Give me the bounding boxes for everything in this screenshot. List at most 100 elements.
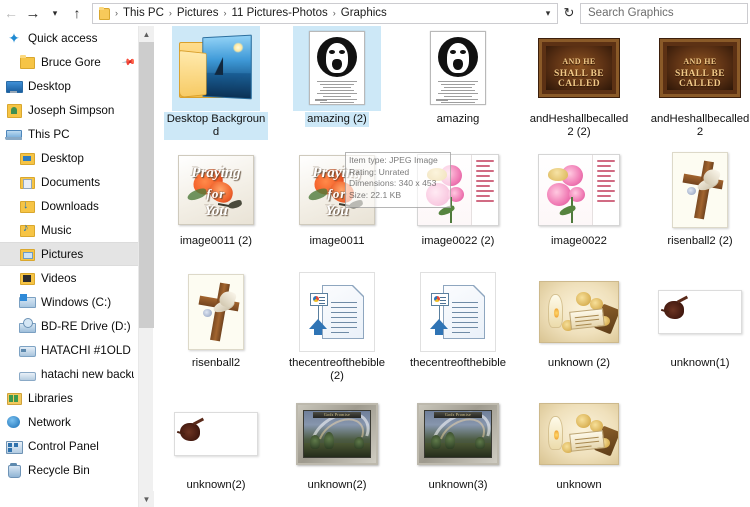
file-name-label: thecentreofthebible (2) xyxy=(288,357,386,382)
forward-button[interactable]: → xyxy=(22,2,44,24)
file-item[interactable]: unknown xyxy=(519,390,639,507)
sidebar-item-libraries[interactable]: Libraries xyxy=(0,386,138,410)
file-item[interactable]: thecentreofthebible (2) xyxy=(277,268,397,386)
back-button[interactable]: ← xyxy=(0,2,22,24)
file-item[interactable]: Praying for You image0011 (2) xyxy=(156,146,276,264)
thumbnail-selection-backdrop xyxy=(414,147,502,233)
sidebar-item-bruce-gore[interactable]: Bruce Gore 📌 xyxy=(0,50,138,74)
libraries-icon xyxy=(5,389,23,407)
chevron-down-icon[interactable]: ▾ xyxy=(539,4,557,23)
folder-item[interactable]: Desktop Background xyxy=(156,26,276,142)
sidebar-item-hatachi-1old[interactable]: HATACHI #1OLD ( xyxy=(0,338,138,362)
file-item[interactable]: Gods Promise unknown(2) xyxy=(277,390,397,507)
downloads-folder-icon xyxy=(18,197,36,215)
sidebar-item-quick-access[interactable]: ✦ Quick access xyxy=(0,26,138,50)
thumbnail-selection-backdrop: AND HE SHALL BE CALLED xyxy=(535,26,623,111)
file-item[interactable]: thecentreofthebible xyxy=(398,268,518,386)
sidebar-item-hatachi-new-backu[interactable]: hatachi new backu xyxy=(0,362,138,386)
videos-folder-icon xyxy=(18,269,36,287)
file-item[interactable]: amazing (2) xyxy=(277,26,397,142)
sidebar-item-bd-re-drive-d[interactable]: BD-RE Drive (D:) xyxy=(0,314,138,338)
file-item[interactable]: risenball2 (2) xyxy=(640,146,750,264)
file-item[interactable]: image0022 xyxy=(519,146,639,264)
user-folder-icon xyxy=(5,101,23,119)
sidebar-item-label: Pictures xyxy=(41,247,84,261)
sidebar-item-pictures[interactable]: Pictures xyxy=(0,242,138,266)
file-item[interactable]: AND HE SHALL BE CALLED andHeshallbecalled2 xyxy=(640,26,750,142)
sidebar-item-desktop[interactable]: Desktop xyxy=(0,74,138,98)
address-bar: ← → ▾ ↑ › This PC › Pictures › 11 Pictur… xyxy=(0,0,750,26)
thumbnail-container xyxy=(277,268,397,356)
sidebar-item-documents[interactable]: Documents xyxy=(0,170,138,194)
photo-thumbnail xyxy=(309,31,365,105)
thumbnail-container: Gods Promise xyxy=(398,390,518,478)
file-item[interactable]: unknown (2) xyxy=(519,268,639,386)
scroll-up-icon[interactable]: ▲ xyxy=(139,26,154,42)
file-name-label: image0011 (2) xyxy=(179,235,252,247)
thumbnail-selection-backdrop xyxy=(172,26,260,111)
thumbnail-selection-backdrop: Gods Promise xyxy=(293,391,381,477)
file-item[interactable]: image0022 (2) xyxy=(398,146,518,264)
file-name-label: Desktop Background xyxy=(164,112,268,140)
desktop-monitor-icon xyxy=(5,77,23,95)
breadcrumb-item-graphics[interactable]: Graphics xyxy=(337,5,391,21)
file-item[interactable]: risenball2 xyxy=(156,268,276,386)
sidebar-item-desktop[interactable]: Desktop xyxy=(0,146,138,170)
thumbnail-container xyxy=(156,26,276,112)
thumbnail-selection-backdrop: Praying for You xyxy=(293,147,381,233)
scrollbar-thumb[interactable] xyxy=(139,42,154,328)
file-name-label: amazing (2) xyxy=(305,112,369,127)
photo-thumbnail: Gods Promise xyxy=(296,403,378,465)
document-file-icon xyxy=(299,272,375,352)
thumbnail-container: Praying for You xyxy=(156,146,276,234)
file-item[interactable]: unknown(2) xyxy=(156,390,276,507)
search-input[interactable]: Search Graphics xyxy=(580,2,748,24)
sidebar-item-videos[interactable]: Videos xyxy=(0,266,138,290)
navigation-pane[interactable]: ✦ Quick access Bruce Gore 📌 Desktop Joseph Si… xyxy=(0,26,138,507)
breadcrumb-item-this-pc[interactable]: This PC xyxy=(119,5,168,21)
thumbnail-selection-backdrop xyxy=(656,269,744,355)
thumbnail-selection-backdrop xyxy=(172,391,260,477)
file-item[interactable]: AND HE SHALL BE CALLED andHeshallbecalled2… xyxy=(519,26,639,142)
sidebar-item-label: Desktop xyxy=(41,151,84,165)
sidebar-item-music[interactable]: Music xyxy=(0,218,138,242)
recent-locations-button[interactable]: ▾ xyxy=(44,2,66,24)
navigation-scrollbar[interactable]: ▲ ▼ xyxy=(138,26,154,507)
file-item[interactable]: Gods Promise unknown(3) xyxy=(398,390,518,507)
photo-thumbnail xyxy=(430,31,486,105)
thumbnail-container xyxy=(398,146,518,234)
sidebar-item-windows-c[interactable]: Windows (C:) xyxy=(0,290,138,314)
refresh-icon[interactable]: ↻ xyxy=(558,2,580,24)
breadcrumb-item-pictures[interactable]: Pictures xyxy=(173,5,223,21)
file-item[interactable]: unknown(1) xyxy=(640,268,750,386)
thumbnail-container xyxy=(640,268,750,356)
sidebar-item-control-panel[interactable]: Control Panel xyxy=(0,434,138,458)
thumbnail-selection-backdrop xyxy=(414,26,502,111)
file-name-label: amazing xyxy=(436,113,480,125)
document-file-icon xyxy=(420,272,496,352)
sidebar-item-network[interactable]: Network xyxy=(0,410,138,434)
thumbnail-selection-backdrop xyxy=(656,147,744,233)
up-button[interactable]: ↑ xyxy=(66,2,88,24)
sidebar-item-recycle-bin[interactable]: Recycle Bin xyxy=(0,458,138,482)
thumbnail-selection-backdrop xyxy=(293,26,381,111)
thumbnail-container xyxy=(156,268,276,356)
photo-thumbnail xyxy=(539,281,619,343)
file-name-label: image0011 xyxy=(309,235,365,247)
file-list-view[interactable]: Desktop Background amazing (2) amazing AND … xyxy=(154,26,750,507)
folder-thumbnail xyxy=(179,34,253,102)
pin-icon[interactable]: 📌 xyxy=(121,54,136,70)
scroll-down-icon[interactable]: ▼ xyxy=(139,491,154,507)
sidebar-item-label: This PC xyxy=(28,127,70,141)
sidebar-item-this-pc[interactable]: This PC xyxy=(0,122,138,146)
sidebar-item-joseph-simpson[interactable]: Joseph Simpson xyxy=(0,98,138,122)
sidebar-item-label: Quick access xyxy=(28,31,98,45)
thumbnail-container: AND HE SHALL BE CALLED xyxy=(519,26,639,112)
photo-thumbnail: Praying for You xyxy=(178,155,254,225)
file-name-label: unknown(3) xyxy=(428,479,488,491)
sidebar-item-downloads[interactable]: Downloads xyxy=(0,194,138,218)
file-item[interactable]: Praying for You image0011 xyxy=(277,146,397,264)
file-item[interactable]: amazing xyxy=(398,26,518,142)
breadcrumb-item-11-pictures-photos[interactable]: 11 Pictures-Photos xyxy=(227,5,331,21)
breadcrumb-bar[interactable]: › This PC › Pictures › 11 Pictures-Photo… xyxy=(92,2,558,24)
